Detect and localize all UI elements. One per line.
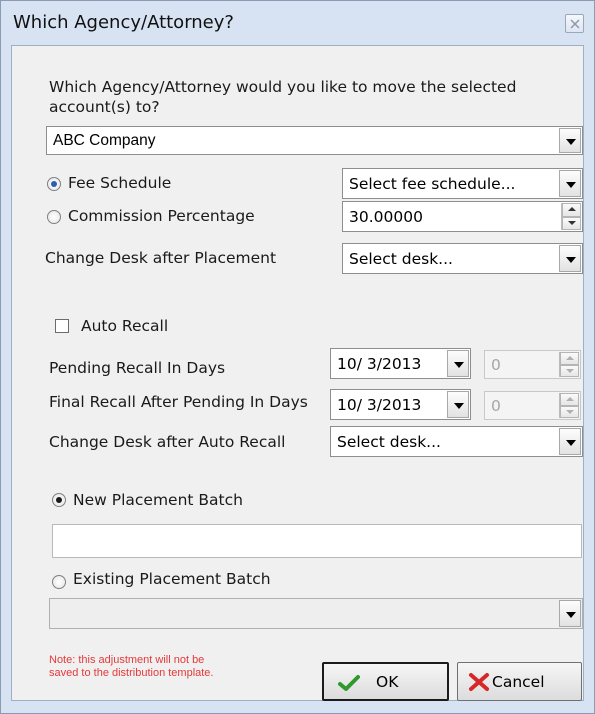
pending-recall-days-spinner[interactable] bbox=[559, 352, 579, 377]
final-recall-days-spinner[interactable] bbox=[559, 393, 579, 418]
final-recall-days-value: 0 bbox=[491, 396, 501, 415]
chevron-down-icon[interactable] bbox=[559, 600, 581, 627]
commission-radio[interactable] bbox=[47, 210, 61, 224]
pending-recall-label: Pending Recall In Days bbox=[49, 359, 226, 377]
cancel-button-label: Cancel bbox=[492, 672, 545, 691]
spin-up-icon[interactable] bbox=[560, 393, 579, 406]
final-recall-date-value: 10/ 3/2013 bbox=[337, 395, 422, 414]
chevron-down-icon[interactable] bbox=[447, 350, 469, 377]
change-desk-placement-value: Select desk... bbox=[349, 249, 453, 268]
existing-batch-select[interactable] bbox=[49, 598, 583, 629]
existing-batch-radio[interactable] bbox=[52, 575, 66, 589]
note-line-2: saved to the distribution template. bbox=[49, 667, 214, 679]
ok-button[interactable]: OK bbox=[322, 662, 449, 701]
new-batch-label: New Placement Batch bbox=[73, 491, 243, 509]
commission-input[interactable]: 30.00000 bbox=[342, 201, 583, 232]
pending-recall-days-value: 0 bbox=[491, 355, 501, 374]
agency-select-value: ABC Company bbox=[53, 131, 156, 149]
checkmark-icon bbox=[338, 675, 360, 691]
chevron-down-icon[interactable] bbox=[559, 170, 581, 197]
chevron-down-icon[interactable] bbox=[559, 245, 581, 272]
commission-spinner[interactable] bbox=[561, 203, 581, 230]
change-desk-recall-select[interactable]: Select desk... bbox=[330, 426, 583, 457]
dialog-window: Which Agency/Attorney? Which Agency/Atto… bbox=[0, 0, 595, 714]
prompt-line-2: account(s) to? bbox=[49, 98, 160, 116]
chevron-down-icon[interactable] bbox=[559, 128, 581, 153]
fee-schedule-radio[interactable] bbox=[47, 177, 61, 191]
dialog-body: Which Agency/Attorney would you like to … bbox=[11, 45, 584, 701]
note-line-1: Note: this adjustment will not be bbox=[49, 654, 205, 666]
prompt-line-1: Which Agency/Attorney would you like to … bbox=[49, 78, 517, 96]
fee-schedule-label: Fee Schedule bbox=[68, 174, 172, 192]
chevron-down-icon[interactable] bbox=[559, 428, 581, 455]
spin-down-icon[interactable] bbox=[560, 364, 579, 377]
change-desk-recall-value: Select desk... bbox=[337, 432, 441, 451]
agency-select[interactable]: ABC Company bbox=[46, 126, 583, 155]
spin-down-icon[interactable] bbox=[562, 216, 581, 230]
pending-recall-date-value: 10/ 3/2013 bbox=[337, 354, 422, 373]
spin-up-icon[interactable] bbox=[560, 352, 579, 365]
final-recall-label: Final Recall After Pending In Days bbox=[49, 393, 308, 411]
note-text: Note: this adjustment will not be saved … bbox=[49, 654, 213, 680]
title-bar[interactable]: Which Agency/Attorney? bbox=[1, 1, 594, 45]
window-title: Which Agency/Attorney? bbox=[13, 12, 234, 33]
new-batch-input[interactable] bbox=[52, 524, 582, 558]
fee-schedule-select[interactable]: Select fee schedule... bbox=[342, 168, 583, 199]
commission-label: Commission Percentage bbox=[68, 207, 255, 225]
final-recall-days-input[interactable]: 0 bbox=[484, 391, 581, 420]
chevron-down-icon[interactable] bbox=[447, 391, 469, 418]
pending-recall-date-picker[interactable]: 10/ 3/2013 bbox=[330, 348, 471, 379]
close-icon bbox=[570, 19, 580, 29]
auto-recall-label: Auto Recall bbox=[81, 317, 169, 335]
change-desk-recall-label: Change Desk after Auto Recall bbox=[49, 433, 286, 451]
pending-recall-days-input[interactable]: 0 bbox=[484, 350, 581, 379]
ok-button-label: OK bbox=[376, 672, 399, 691]
existing-batch-label: Existing Placement Batch bbox=[73, 570, 271, 588]
spin-down-icon[interactable] bbox=[560, 405, 579, 418]
fee-schedule-value: Select fee schedule... bbox=[349, 174, 516, 193]
change-desk-placement-label: Change Desk after Placement bbox=[45, 249, 277, 267]
red-x-icon bbox=[469, 673, 489, 691]
change-desk-placement-select[interactable]: Select desk... bbox=[342, 243, 583, 274]
commission-value: 30.00000 bbox=[349, 207, 423, 226]
spin-up-icon[interactable] bbox=[562, 203, 581, 217]
auto-recall-checkbox[interactable] bbox=[55, 319, 69, 333]
close-button[interactable] bbox=[565, 14, 584, 33]
final-recall-date-picker[interactable]: 10/ 3/2013 bbox=[330, 389, 471, 420]
new-batch-radio[interactable] bbox=[52, 493, 66, 507]
cancel-button[interactable]: Cancel bbox=[457, 662, 582, 701]
